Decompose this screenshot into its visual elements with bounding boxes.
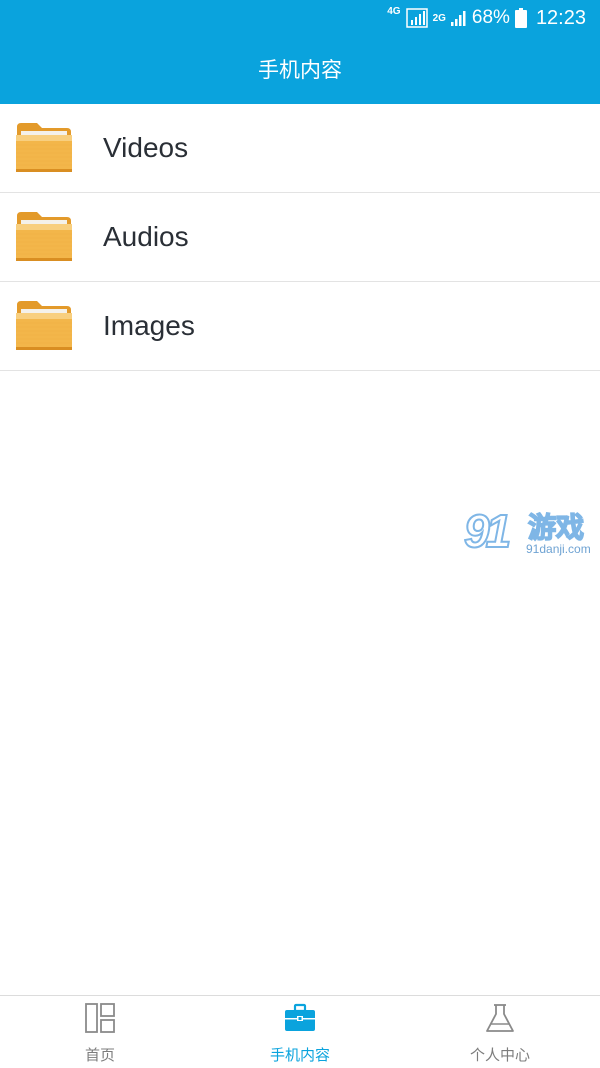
watermark-url: 91danji.com [526, 542, 591, 556]
tab-phone-content[interactable]: 手机内容 [200, 996, 400, 1068]
watermark-text: 游戏 [527, 510, 585, 545]
folder-label: Videos [103, 132, 189, 163]
folder-row-images[interactable]: Images [0, 282, 600, 371]
folder-icon [16, 123, 72, 172]
app-bar: 手机内容 [0, 36, 600, 104]
signal-bars-icon [450, 11, 466, 26]
flask-icon [486, 1004, 514, 1032]
folder-icon [16, 301, 72, 350]
watermark-logo: 91 游戏 91danji.com [463, 504, 598, 562]
folder-list: Videos Audios Images [0, 104, 600, 371]
status-indicators: 4G 2G 68% 12:23 [387, 5, 586, 31]
tab-label: 首页 [84, 1046, 115, 1064]
briefcase-icon [285, 1003, 315, 1031]
battery-icon [514, 8, 527, 28]
watermark-number: 91 [463, 504, 512, 558]
status-bar: 4G 2G 68% 12:23 [0, 0, 600, 36]
tab-label: 手机内容 [269, 1046, 330, 1064]
folder-row-audios[interactable]: Audios [0, 193, 600, 282]
clock: 12:23 [535, 6, 586, 29]
folder-icon [16, 212, 72, 261]
home-grid-icon [85, 1003, 115, 1033]
page-title: 手机内容 [258, 58, 342, 82]
folder-label: Audios [103, 221, 189, 252]
network-type-2g: 2G [432, 13, 446, 24]
tab-home[interactable]: 首页 [0, 996, 200, 1068]
network-type-4g: 4G [387, 6, 401, 17]
bottom-tab-bar: 首页 手机内容 个人中心 [0, 995, 600, 1068]
tab-profile[interactable]: 个人中心 [400, 996, 600, 1068]
signal-icon [405, 8, 428, 28]
folder-row-videos[interactable]: Videos [0, 104, 600, 193]
battery-percent: 68% [471, 7, 510, 28]
folder-label: Images [103, 310, 195, 341]
tab-label: 个人中心 [469, 1046, 530, 1064]
